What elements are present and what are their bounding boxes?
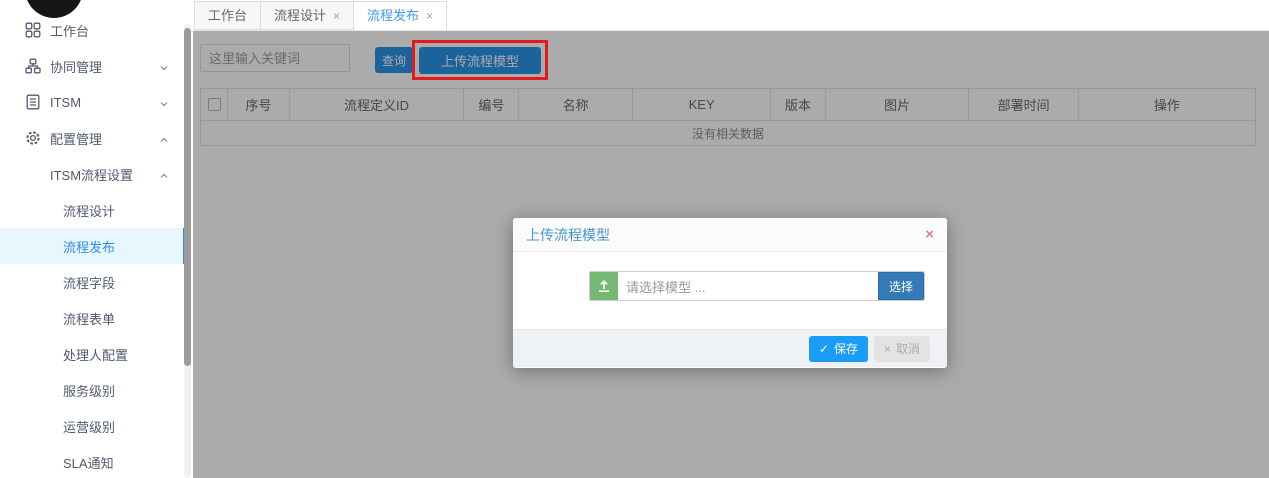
gear-icon [25,130,41,146]
cancel-label: 取消 [896,340,920,357]
sidebar-item-label: 流程发布 [63,237,115,256]
sidebar-item-config-mgmt[interactable]: 配置管理 [0,120,186,156]
sidebar-item-label: 服务级别 [63,381,115,400]
chevron-up-icon [159,133,169,148]
sidebar-item-itsm[interactable]: ITSM [0,84,186,120]
close-icon[interactable]: × [333,10,340,22]
sidebar-item-sla-notify[interactable]: SLA通知 [0,444,186,478]
cancel-button[interactable]: × 取消 [874,336,930,362]
org-icon [25,58,41,74]
dialog-title: 上传流程模型 [526,225,925,245]
dialog-body: 请选择模型 ... 选择 [513,252,947,329]
sidebar-item-label: 流程表单 [63,309,115,328]
choose-file-button[interactable]: 选择 [878,272,924,300]
dialog-footer: ✓ 保存 × 取消 [513,329,947,367]
dashboard-icon [25,22,41,38]
tab-workbench[interactable]: 工作台 [194,1,261,30]
sidebar-item-label: 运营级别 [63,417,115,436]
sidebar-item-collab-mgmt[interactable]: 协同管理 [0,48,186,84]
chevron-down-icon [159,61,169,76]
sidebar-item-itsm-process-settings[interactable]: ITSM流程设置 [0,156,186,192]
tab-process-publish[interactable]: 流程发布 × [354,1,447,30]
sidebar-item-process-forms[interactable]: 流程表单 [0,300,186,336]
sidebar-item-label: 流程字段 [63,273,115,292]
sidebar-item-label: 协同管理 [50,57,102,76]
sidebar-item-label: ITSM [50,95,81,110]
dialog-header: 上传流程模型 × [513,218,947,252]
file-picker-group: 请选择模型 ... 选择 [589,271,925,301]
sidebar-scrollbar [184,24,191,478]
sidebar-item-operation-level[interactable]: 运营级别 [0,408,186,444]
app-window: 工作台 协同管理 ITSM [0,0,1269,478]
sidebar-item-label: SLA通知 [63,453,114,472]
sidebar-item-label: 工作台 [50,21,89,40]
check-icon: ✓ [819,342,829,356]
tab-label: 流程发布 [367,2,419,30]
tab-label: 工作台 [208,2,247,30]
chevron-up-icon [159,169,169,184]
sidebar-item-handler-config[interactable]: 处理人配置 [0,336,186,372]
sidebar-item-process-publish[interactable]: 流程发布 [0,228,186,264]
content-area: 工作台 流程设计 × 流程发布 × 查询 上传流程模型 [193,0,1269,478]
tab-bar: 工作台 流程设计 × 流程发布 × [193,0,1269,31]
file-input[interactable]: 请选择模型 ... [618,272,878,300]
document-icon [25,94,41,110]
sidebar-item-service-level[interactable]: 服务级别 [0,372,186,408]
sidebar-item-label: 流程设计 [63,201,115,220]
sidebar-scrollbar-thumb[interactable] [184,28,191,366]
sidebar-item-label: 配置管理 [50,129,102,148]
sidebar-item-label: ITSM流程设置 [50,165,133,184]
sidebar-menu: 工作台 协同管理 ITSM [0,12,186,478]
tab-label: 流程设计 [274,2,326,30]
sidebar-item-process-design[interactable]: 流程设计 [0,192,186,228]
close-icon[interactable]: × [426,10,433,22]
close-icon[interactable]: × [925,227,934,242]
upload-icon [590,272,618,300]
tab-process-design[interactable]: 流程设计 × [261,1,354,30]
upload-model-dialog: 上传流程模型 × 请选择模型 ... 选择 ✓ 保存 × [513,218,947,368]
sidebar: 工作台 协同管理 ITSM [0,0,193,478]
x-icon: × [884,342,891,356]
sidebar-item-process-fields[interactable]: 流程字段 [0,264,186,300]
save-label: 保存 [834,340,858,357]
save-button[interactable]: ✓ 保存 [809,336,868,362]
sidebar-item-label: 处理人配置 [63,345,128,364]
sidebar-item-workbench[interactable]: 工作台 [0,12,186,48]
chevron-down-icon [159,97,169,112]
